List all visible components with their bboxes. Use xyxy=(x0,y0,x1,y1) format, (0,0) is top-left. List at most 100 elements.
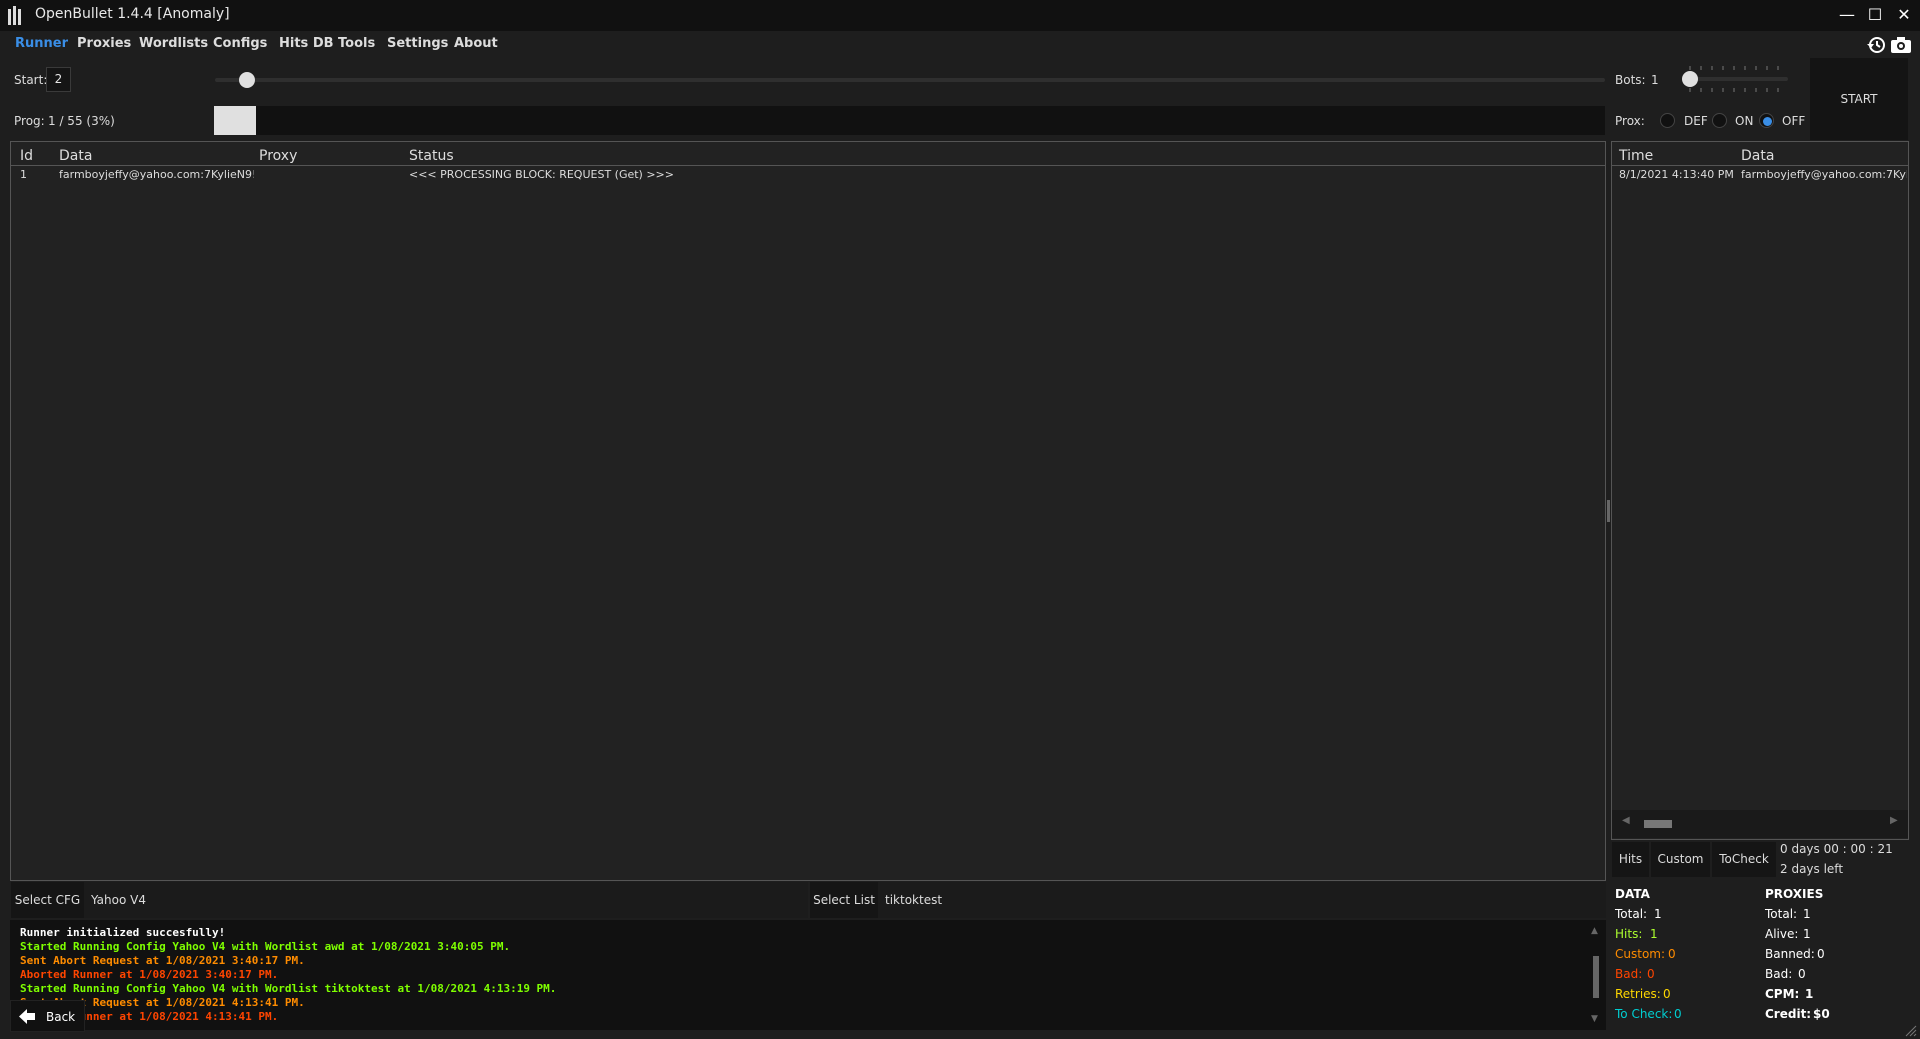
maximize-button[interactable]: ☐ xyxy=(1864,4,1886,26)
data-hits-label: Hits: xyxy=(1615,927,1643,941)
timer-elapsed: 0 days 00 : 00 : 21 xyxy=(1780,842,1893,856)
scroll-left-icon[interactable]: ◀ xyxy=(1622,815,1630,826)
close-button[interactable]: ✕ xyxy=(1893,4,1915,26)
list-field: tiktoktest xyxy=(878,882,1606,918)
column-id[interactable]: Id xyxy=(20,148,33,164)
hit-data: farmboyjeffy@yahoo.com:7Kylie xyxy=(1741,168,1907,181)
back-label: Back xyxy=(46,1010,76,1024)
row-id: 1 xyxy=(20,168,27,181)
column-proxy[interactable]: Proxy xyxy=(259,148,297,164)
title-bar: OpenBullet 1.4.4 [Anomaly] — ☐ ✕ xyxy=(0,0,1920,31)
menu-wordlists[interactable]: Wordlists xyxy=(139,36,208,51)
scroll-down-icon[interactable]: ▼ xyxy=(1591,1014,1598,1024)
prox-on-radio[interactable] xyxy=(1712,113,1727,128)
back-button[interactable]: Back xyxy=(10,1000,85,1032)
start-slider-track[interactable] xyxy=(215,78,1605,82)
scroll-thumb[interactable] xyxy=(1644,820,1672,828)
start-input[interactable]: 2 xyxy=(46,67,71,92)
select-cfg-button[interactable]: Select CFG xyxy=(11,882,84,918)
data-custom-value: 0 xyxy=(1668,947,1676,961)
bots-value: 1 xyxy=(1651,73,1659,87)
proxies-alive-value: 1 xyxy=(1803,927,1811,941)
header-divider xyxy=(1612,165,1908,166)
log-line: Runner initialized succesfully! xyxy=(20,926,226,939)
log-line: Aborted Runner at 1/08/2021 4:13:41 PM. xyxy=(20,1010,279,1023)
data-tocheck-value: 0 xyxy=(1674,1007,1682,1021)
column-status[interactable]: Status xyxy=(409,148,454,164)
prox-off-label: OFF xyxy=(1782,114,1806,128)
runner-table: Id Data Proxy Status 1 farmboyjeffy@yaho… xyxy=(10,141,1606,881)
table-row[interactable]: 1 farmboyjeffy@yahoo.com:7KylieN9! <<< P… xyxy=(11,167,1605,183)
tab-custom[interactable]: Custom xyxy=(1651,842,1710,877)
resize-grip-icon[interactable] xyxy=(1905,1025,1917,1037)
cfg-name: Yahoo V4 xyxy=(91,893,146,907)
header-divider xyxy=(11,165,1605,166)
progress-label: Prog: xyxy=(14,114,45,128)
menu-settings[interactable]: Settings xyxy=(387,36,448,51)
menu-runner[interactable]: Runner xyxy=(15,36,68,51)
column-hit-data[interactable]: Data xyxy=(1741,148,1774,164)
log-lines: Runner initialized succesfully! Started R… xyxy=(20,926,1580,1026)
proxies-bad-value: 0 xyxy=(1798,967,1806,981)
data-custom-label: Custom: xyxy=(1615,947,1666,961)
proxies-credit-value: $0 xyxy=(1813,1007,1830,1021)
menu-configs[interactable]: Configs xyxy=(213,36,267,51)
data-stats-header: DATA xyxy=(1615,887,1650,901)
data-total-label: Total: xyxy=(1615,907,1648,921)
prox-def-radio[interactable] xyxy=(1660,113,1675,128)
proxies-stats-header: PROXIES xyxy=(1765,887,1824,901)
proxies-cpm-label: CPM: xyxy=(1765,987,1800,1001)
openbullet-logo-icon xyxy=(8,6,21,25)
menu-about[interactable]: About xyxy=(454,36,498,51)
history-icon[interactable] xyxy=(1866,35,1886,55)
progress-bar xyxy=(214,106,1605,135)
prox-off-radio[interactable] xyxy=(1759,113,1774,128)
proxies-alive-label: Alive: xyxy=(1765,927,1799,941)
data-tocheck-label: To Check: xyxy=(1615,1007,1673,1021)
column-time[interactable]: Time xyxy=(1619,148,1653,164)
progress-fill xyxy=(214,106,256,135)
hit-time: 8/1/2021 4:13:40 PM xyxy=(1619,168,1734,181)
start-slider-thumb[interactable] xyxy=(239,72,255,88)
prox-on-label: ON xyxy=(1735,114,1754,128)
data-bad-label: Bad: xyxy=(1615,967,1643,981)
tab-hits[interactable]: Hits xyxy=(1612,842,1649,877)
scroll-right-icon[interactable]: ▶ xyxy=(1890,815,1898,826)
tab-tocheck[interactable]: ToCheck xyxy=(1712,842,1776,877)
scroll-up-icon[interactable]: ▲ xyxy=(1591,926,1598,936)
proxies-credit-label: Credit: xyxy=(1765,1007,1812,1021)
splitter-handle[interactable] xyxy=(1607,500,1610,522)
bots-slider[interactable] xyxy=(1680,64,1800,94)
menu-proxies[interactable]: Proxies xyxy=(77,36,131,51)
progress-value: 1 / 55 (3%) xyxy=(48,114,115,128)
proxies-cpm-value: 1 xyxy=(1805,987,1814,1001)
hit-row[interactable]: 8/1/2021 4:13:40 PM farmboyjeffy@yahoo.c… xyxy=(1612,167,1908,183)
cfg-field: Yahoo V4 xyxy=(84,882,808,918)
row-status: <<< PROCESSING BLOCK: REQUEST (Get) >>> xyxy=(409,168,674,181)
hits-table: Time Data 8/1/2021 4:13:40 PM farmboyjef… xyxy=(1611,141,1909,840)
list-name: tiktoktest xyxy=(885,893,943,907)
log-scrollbar[interactable]: ▲ ▼ xyxy=(1588,926,1604,1026)
bots-label: Bots: xyxy=(1615,73,1646,87)
window-title: OpenBullet 1.4.4 [Anomaly] xyxy=(35,6,230,22)
log-scroll-thumb[interactable] xyxy=(1593,956,1599,998)
log-console[interactable]: Runner initialized succesfully! Started R… xyxy=(10,920,1606,1030)
data-hits-value: 1 xyxy=(1650,927,1658,941)
data-retries-label: Retries: xyxy=(1615,987,1661,1001)
menu-tools[interactable]: Tools xyxy=(338,36,375,51)
arrow-left-icon xyxy=(19,1009,35,1024)
log-line: Aborted Runner at 1/08/2021 3:40:17 PM. xyxy=(20,968,279,981)
select-list-button[interactable]: Select List xyxy=(810,882,878,918)
log-line: Started Running Config Yahoo V4 with Wor… xyxy=(20,982,557,995)
start-button[interactable]: START xyxy=(1810,58,1908,140)
column-data[interactable]: Data xyxy=(59,148,92,164)
camera-icon[interactable] xyxy=(1890,36,1912,54)
log-line: Sent Abort Request at 1/08/2021 3:40:17 … xyxy=(20,954,305,967)
data-total-value: 1 xyxy=(1654,907,1662,921)
data-retries-value: 0 xyxy=(1663,987,1671,1001)
horizontal-scrollbar[interactable]: ◀ ▶ xyxy=(1612,810,1908,838)
log-line: Sent Abort Request at 1/08/2021 4:13:41 … xyxy=(20,996,305,1009)
prox-label: Prox: xyxy=(1615,114,1645,128)
minimize-button[interactable]: — xyxy=(1836,4,1858,26)
menu-hits-db[interactable]: Hits DB xyxy=(279,36,334,51)
